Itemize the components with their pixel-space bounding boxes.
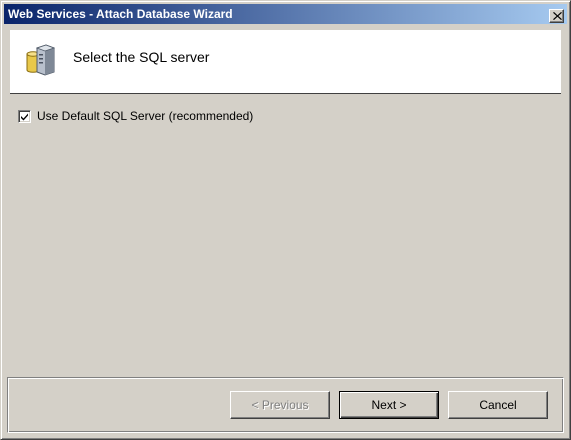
use-default-sql-server-label[interactable]: Use Default SQL Server (recommended) xyxy=(37,109,253,123)
next-button[interactable]: Next > xyxy=(339,391,439,419)
page-title: Select the SQL server xyxy=(73,49,210,65)
cancel-button[interactable]: Cancel xyxy=(448,391,548,419)
database-server-icon xyxy=(26,44,56,76)
wizard-header: Select the SQL server xyxy=(10,30,561,94)
previous-button[interactable]: < Previous xyxy=(230,391,330,419)
use-default-sql-server-checkbox[interactable] xyxy=(18,109,31,123)
window-title: Web Services - Attach Database Wizard xyxy=(8,7,233,21)
wizard-window: Web Services - Attach Database Wizard Se… xyxy=(0,0,571,440)
checkmark-icon xyxy=(21,113,28,120)
close-icon xyxy=(553,12,562,20)
use-default-sql-server-option[interactable]: Use Default SQL Server (recommended) xyxy=(18,109,253,123)
title-bar[interactable]: Web Services - Attach Database Wizard xyxy=(4,4,567,24)
close-button[interactable] xyxy=(549,9,564,23)
